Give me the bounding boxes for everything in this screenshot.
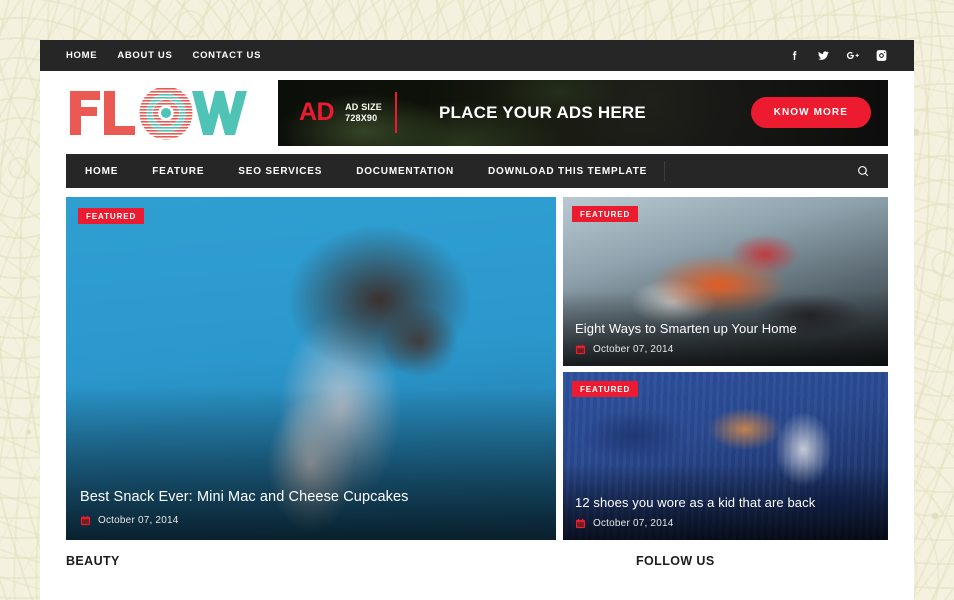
- main-navigation: HOME FEATURE SEO SERVICES DOCUMENTATION …: [66, 154, 888, 188]
- ad-label: AD: [299, 98, 335, 126]
- post-caption: Eight Ways to Smarten up Your Home Octob…: [563, 321, 888, 366]
- post-date: October 07, 2014: [98, 515, 179, 526]
- twitter-icon[interactable]: [817, 49, 830, 62]
- calendar-icon: [80, 515, 91, 526]
- calendar-icon: [575, 344, 586, 354]
- post-caption: Best Snack Ever: Mini Mac and Cheese Cup…: [66, 488, 556, 540]
- mainnav-seo-services[interactable]: SEO SERVICES: [221, 154, 339, 188]
- site-logo[interactable]: [66, 85, 256, 141]
- post-caption: 12 shoes you wore as a kid that are back…: [563, 495, 888, 540]
- ad-size-line2: 728X90: [345, 112, 378, 123]
- mainnav-feature[interactable]: FEATURE: [135, 154, 221, 188]
- search-icon: [858, 165, 869, 176]
- featured-post-main[interactable]: FEATURED Best Snack Ever: Mini Mac and C…: [66, 197, 556, 540]
- beauty-section: BEAUTY: [66, 554, 636, 568]
- topnav-about-us[interactable]: ABOUT US: [117, 50, 172, 61]
- topnav-home[interactable]: HOME: [66, 50, 97, 61]
- featured-badge: FEATURED: [572, 380, 639, 397]
- post-meta: October 07, 2014: [80, 515, 542, 526]
- top-navigation: HOME ABOUT US CONTACT US: [66, 50, 261, 61]
- beauty-section-heading: BEAUTY: [66, 554, 120, 568]
- social-links: [788, 49, 888, 62]
- post-date: October 07, 2014: [593, 343, 674, 355]
- post-meta: October 07, 2014: [575, 344, 876, 355]
- site-container: HOME ABOUT US CONTACT US AD AD SIZE 728X…: [40, 40, 914, 600]
- search-button[interactable]: [839, 154, 888, 188]
- post-title[interactable]: 12 shoes you wore as a kid that are back: [575, 495, 876, 512]
- calendar-icon: [575, 518, 586, 529]
- ad-size-line1: AD SIZE: [345, 101, 383, 112]
- top-bar: HOME ABOUT US CONTACT US: [40, 40, 914, 71]
- featured-badge: FEATURED: [78, 208, 145, 224]
- ad-size: AD SIZE 728X90: [345, 102, 382, 124]
- mainnav-home[interactable]: HOME: [66, 154, 135, 188]
- facebook-icon[interactable]: [788, 49, 801, 62]
- post-meta: October 07, 2014: [575, 518, 876, 529]
- mainnav-download-this-template[interactable]: DOWNLOAD THIS TEMPLATE: [471, 154, 664, 188]
- featured-badge: FEATURED: [572, 206, 639, 222]
- featured-post-side-1[interactable]: FEATURED Eight Ways to Smarten up Your H…: [563, 197, 888, 366]
- post-title[interactable]: Best Snack Ever: Mini Mac and Cheese Cup…: [80, 488, 542, 507]
- featured-posts-side-column: FEATURED Eight Ways to Smarten up Your H…: [563, 197, 888, 540]
- follow-us-section: FOLLOW US: [636, 554, 888, 568]
- post-date: October 07, 2014: [593, 518, 674, 529]
- content-sections: BEAUTY FOLLOW US: [66, 554, 888, 568]
- know-more-button[interactable]: KNOW MORE: [750, 97, 871, 128]
- post-title[interactable]: Eight Ways to Smarten up Your Home: [575, 321, 876, 338]
- site-header: AD AD SIZE 728X90 PLACE YOUR ADS HERE KN…: [40, 71, 914, 154]
- ad-headline: PLACE YOUR ADS HERE: [439, 102, 646, 122]
- mainnav-documentation[interactable]: DOCUMENTATION: [339, 154, 471, 188]
- nav-divider: [664, 161, 666, 181]
- featured-posts-grid: FEATURED Best Snack Ever: Mini Mac and C…: [66, 197, 888, 540]
- topnav-contact-us[interactable]: CONTACT US: [193, 50, 262, 61]
- google-plus-icon[interactable]: [846, 49, 859, 62]
- follow-us-section-heading: FOLLOW US: [636, 554, 715, 568]
- ad-divider: [395, 92, 398, 133]
- featured-post-side-2[interactable]: FEATURED 12 shoes you wore as a kid that…: [563, 371, 888, 540]
- instagram-icon[interactable]: [875, 49, 888, 62]
- ad-banner[interactable]: AD AD SIZE 728X90 PLACE YOUR ADS HERE KN…: [278, 79, 888, 146]
